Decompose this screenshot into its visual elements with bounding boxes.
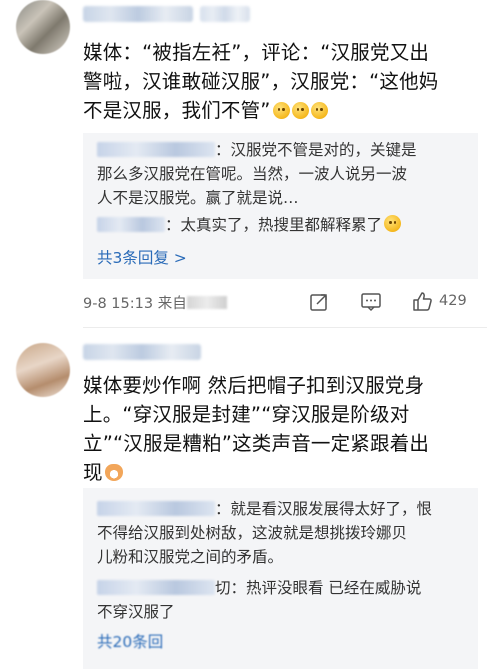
comment-line-last: 不是汉服，我们不管” — [83, 96, 478, 125]
more-replies-link[interactable]: 共20条回 — [97, 630, 163, 652]
reply-item[interactable]: ：汉服党不管是对的，关键是 那么多汉服党在管呢。当然，一波人说另一波 人不是汉服… — [97, 138, 467, 210]
reply-item[interactable]: ：就是看汉服发展得太好了，恨 不得给汉服到处树敌，这波就是想挑拨玲娜贝 儿粉和汉… — [97, 497, 467, 569]
source-device — [186, 296, 227, 309]
comment-line-last: 现 — [83, 458, 478, 487]
reply-username[interactable] — [97, 217, 165, 232]
more-replies-link[interactable]: 共3条回复 > — [97, 246, 187, 268]
comment-icon[interactable] — [360, 292, 382, 316]
comment-card: 媒体要炒作啊 然后把帽子扣到汉服党身 上。“穿汉服是封建”“穿汉服是阶级对 立”… — [0, 335, 487, 669]
username[interactable] — [83, 344, 201, 360]
replies-box: ：就是看汉服发展得太好了，恨 不得给汉服到处树敌，这波就是想挑拨玲娜贝 儿粉和汉… — [83, 488, 478, 669]
comment-line: 媒体：“被指左衽”，评论：“汉服党又出 — [83, 41, 430, 64]
share-icon[interactable] — [309, 292, 329, 316]
avatar[interactable] — [16, 343, 70, 397]
replies-box: ：汉服党不管是对的，关键是 那么多汉服党在管呢。当然，一波人说另一波 人不是汉服… — [83, 133, 478, 279]
source-label: 来自 — [157, 296, 187, 312]
reply-item[interactable]: ：太真实了，热搜里都解释累了 — [97, 213, 467, 237]
comment-footer: 9-8 15:13 来自 429 — [83, 292, 478, 314]
smile-emoji-icon — [291, 102, 309, 119]
avatar[interactable] — [16, 0, 70, 54]
reply-username[interactable] — [97, 501, 215, 516]
username-badge — [200, 6, 250, 22]
comment-time: 9-8 15:13 — [83, 296, 154, 312]
comment-line: 立”“汉服是糟粕”这类声音一定紧跟着出 — [83, 432, 430, 455]
reply-item[interactable]: 切：热评没眼看 已经在威胁说 不穿汉服了 — [97, 576, 467, 624]
reply-username[interactable] — [97, 580, 215, 595]
comment-card: 媒体：“被指左衽”，评论：“汉服党又出 警啦，汉谁敢碰汉服”，汉服党：“这他妈 … — [0, 0, 487, 330]
like-count: 429 — [439, 293, 467, 309]
username[interactable] — [83, 6, 193, 22]
comment-line: 上。“穿汉服是封建”“穿汉服是阶级对 — [83, 403, 410, 426]
comment-line: 警啦，汉谁敢碰汉服”，汉服党：“这他妈 — [83, 70, 439, 93]
cat-emoji-icon — [104, 464, 123, 481]
smile-emoji-icon — [272, 102, 290, 119]
comment-line: 媒体要炒作啊 然后把帽子扣到汉服党身 — [83, 374, 425, 397]
emoji-icon — [384, 215, 402, 232]
comment-text: 媒体要炒作啊 然后把帽子扣到汉服党身 上。“穿汉服是封建”“穿汉服是阶级对 立”… — [83, 371, 478, 487]
divider — [83, 327, 487, 328]
thumbs-up-icon[interactable] — [411, 290, 433, 316]
comment-text: 媒体：“被指左衽”，评论：“汉服党又出 警啦，汉谁敢碰汉服”，汉服党：“这他妈 … — [83, 38, 478, 125]
smile-emoji-icon — [310, 102, 328, 119]
reply-username[interactable] — [97, 142, 215, 157]
